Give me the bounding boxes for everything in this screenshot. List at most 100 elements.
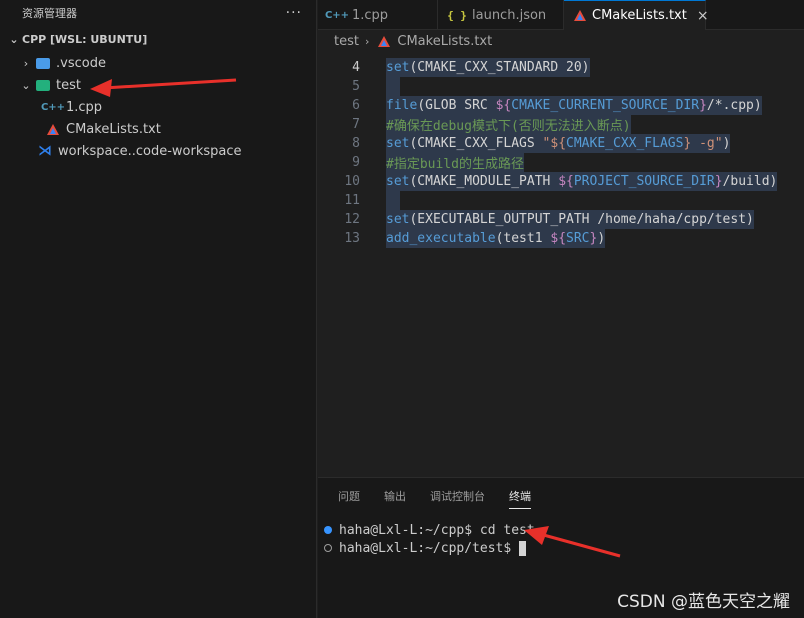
tab-launch-json[interactable]: { } launch.json — [438, 0, 564, 30]
line-number: 13 — [344, 231, 360, 246]
code-token: "${ — [542, 136, 567, 151]
more-actions-icon[interactable]: ··· — [286, 5, 302, 21]
code-token: #确保在debug模式下(否则无法进入断点) — [386, 119, 631, 134]
cpp-file-icon: C++ — [40, 101, 66, 113]
chevron-down-icon: ⌄ — [21, 78, 31, 92]
code-line[interactable]: 8 set (CMAKE_CXX_FLAGS "${CMAKE_CXX_FLAGS}… — [318, 134, 804, 153]
code-token: SRC — [566, 231, 590, 246]
tree-item-1cpp[interactable]: C++ 1.cpp — [0, 96, 316, 118]
code-line[interactable]: 4 set (CMAKE_CXX_STANDARD 20) — [318, 58, 804, 77]
chevron-down-icon: ⌄ — [9, 32, 19, 46]
tab-terminal[interactable]: 终端 — [509, 488, 531, 509]
tree-item-label: 1.cpp — [66, 99, 103, 115]
code-text: file (GLOB SRC ${CMAKE_CURRENT_SOURCE_DIR… — [386, 96, 762, 115]
code-token: add_executable — [386, 231, 496, 246]
chevron-right-icon: › — [23, 56, 29, 70]
panel-tab-bar: 问题 输出 调试控制台 终端 — [338, 488, 555, 509]
terminal-command: cd test — [472, 522, 535, 538]
tree-item-test[interactable]: ⌄ test — [0, 74, 316, 96]
code-line[interactable]: 10 set (CMAKE_MODULE_PATH ${PROJECT_SOURCE… — [318, 172, 804, 191]
code-token: (CMAKE_MODULE_PATH — [409, 174, 559, 189]
line-number: 11 — [344, 193, 360, 208]
code-token: set — [386, 60, 410, 75]
tree-item-label: .vscode — [56, 55, 106, 71]
code-token: CMAKE_CXX_FLAGS — [566, 136, 684, 151]
code-token: ${ — [550, 231, 567, 246]
tree-item-workspace-file[interactable]: ⋊ workspace..code-workspace — [0, 140, 316, 162]
terminal-prompt: haha@Lxl-L:~/cpp/test$ — [339, 540, 512, 556]
line-number: 10 — [344, 174, 360, 189]
line-number: 8 — [352, 136, 360, 151]
cpp-file-icon: C++ — [324, 9, 350, 21]
code-line[interactable]: 6 file (GLOB SRC ${CMAKE_CURRENT_SOURCE_DI… — [318, 96, 804, 115]
line-number: 5 — [352, 79, 360, 94]
code-token: set — [386, 212, 410, 227]
selection-empty-line — [386, 191, 400, 210]
cmake-file-icon — [574, 8, 586, 24]
tree-item-label: CMakeLists.txt — [66, 121, 161, 137]
tree-item-cmakelists[interactable]: CMakeLists.txt — [0, 118, 316, 140]
vscode-folder-icon — [34, 55, 52, 71]
code-editor[interactable]: 4 set (CMAKE_CXX_STANDARD 20) 5 6 file (GLOB S… — [318, 52, 804, 477]
code-text: set (CMAKE_CXX_STANDARD 20) — [386, 58, 590, 77]
tree-item-vscode[interactable]: › .vscode — [0, 52, 316, 74]
code-token: } — [699, 98, 707, 113]
code-token: CMAKE_CURRENT_SOURCE_DIR — [511, 98, 700, 113]
tab-label: 1.cpp — [352, 7, 389, 23]
code-token: (CMAKE_CXX_STANDARD 20) — [409, 60, 590, 75]
workspace-section-header[interactable]: ⌄ CPP [WSL: UBUNTU] — [0, 26, 316, 52]
explorer-title-bar: 资源管理器 ··· — [0, 0, 316, 26]
code-token: #指定build的生成路径 — [386, 157, 524, 172]
code-token: ) — [722, 136, 731, 151]
editor-tab-bar: C++ 1.cpp { } launch.json CMakeLists.txt… — [318, 0, 804, 30]
code-token: (CMAKE_CXX_FLAGS — [409, 136, 543, 151]
close-icon[interactable]: × — [697, 8, 709, 24]
terminal-line[interactable]: haha@Lxl-L:~/cpp/test$ — [324, 539, 527, 557]
code-text: set (CMAKE_CXX_FLAGS "${CMAKE_CXX_FLAGS} … — [386, 134, 731, 153]
explorer-sidebar: 资源管理器 ··· ⌄ CPP [WSL: UBUNTU] › .vscode … — [0, 0, 317, 618]
code-token: ) — [597, 231, 606, 246]
code-text: #指定build的生成路径 — [386, 153, 524, 172]
code-token: (test1 — [495, 231, 551, 246]
breadcrumb: test › CMakeLists.txt — [318, 30, 492, 52]
vscode-workspace-icon: ⋊ — [38, 143, 52, 159]
command-pending-dot-icon — [324, 544, 332, 552]
tab-output[interactable]: 输出 — [384, 488, 406, 509]
tab-problems[interactable]: 问题 — [338, 488, 360, 509]
code-token: } -g" — [683, 136, 723, 151]
code-token: /build) — [722, 174, 778, 189]
code-token: set — [386, 174, 410, 189]
code-token: set — [386, 136, 410, 151]
tab-cmakelists[interactable]: CMakeLists.txt × — [564, 0, 709, 30]
code-token: /*.cpp) — [706, 98, 762, 113]
code-text: set (EXECUTABLE_OUTPUT_PATH /home/haha/cp… — [386, 210, 754, 229]
code-line[interactable]: 9 #指定build的生成路径 — [318, 153, 804, 172]
tab-1cpp[interactable]: C++ 1.cpp — [318, 0, 438, 30]
code-line[interactable]: 13 add_executable (test1 ${SRC}) — [318, 229, 804, 248]
watermark: CSDN @蓝色天空之耀 — [617, 592, 790, 612]
terminal-line[interactable]: haha@Lxl-L:~/cpp$ cd test — [324, 521, 535, 539]
line-number: 4 — [352, 60, 360, 75]
code-token: ${ — [495, 98, 512, 113]
code-line[interactable]: 7 #确保在debug模式下(否则无法进入断点) — [318, 115, 804, 134]
test-folder-icon — [34, 77, 52, 93]
cmake-file-icon — [44, 121, 62, 137]
workspace-name: CPP [WSL: UBUNTU] — [22, 32, 148, 46]
code-token: PROJECT_SOURCE_DIR — [573, 174, 715, 189]
terminal-prompt: haha@Lxl-L:~/cpp$ — [339, 522, 473, 538]
line-number: 9 — [352, 155, 360, 170]
explorer-title: 资源管理器 — [22, 7, 77, 20]
line-number: 7 — [352, 117, 360, 132]
code-line[interactable]: 12 set (EXECUTABLE_OUTPUT_PATH /home/haha/… — [318, 210, 804, 229]
tab-debug-console[interactable]: 调试控制台 — [430, 488, 485, 509]
code-line[interactable]: 11 — [318, 191, 804, 210]
code-token: } — [714, 174, 723, 189]
breadcrumb-folder[interactable]: test — [334, 34, 359, 49]
code-line[interactable]: 5 — [318, 77, 804, 96]
tab-label: CMakeLists.txt — [592, 8, 687, 23]
cmake-file-icon — [375, 33, 393, 49]
breadcrumb-file[interactable]: CMakeLists.txt — [397, 34, 492, 49]
selection-empty-line — [386, 77, 400, 96]
code-text: set (CMAKE_MODULE_PATH ${PROJECT_SOURCE_D… — [386, 172, 778, 191]
code-token: ${ — [558, 174, 574, 189]
